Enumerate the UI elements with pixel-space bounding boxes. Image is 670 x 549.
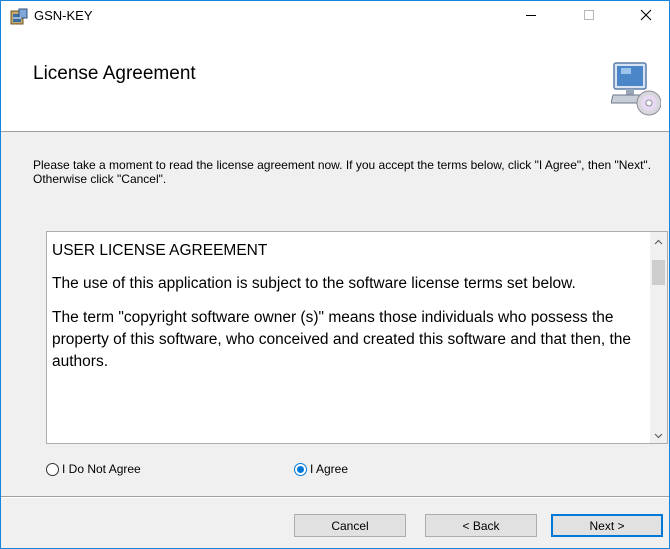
wizard-header: License Agreement [1,33,669,132]
license-paragraph: The term "copyright software owner (s)" … [52,309,632,370]
maximize-icon [583,8,595,26]
license-content: USER LICENSE AGREEMENT The use of this a… [52,240,644,385]
computer-cd-icon [610,61,662,125]
disagree-radio-button[interactable] [46,462,59,476]
license-heading: USER LICENSE AGREEMENT [52,242,268,259]
scrollbar-thumb[interactable] [652,260,665,285]
license-paragraph: The use of this application is subject t… [52,275,576,292]
minimize-button[interactable] [508,1,554,33]
close-button[interactable] [623,1,669,33]
window-title: GSN-KEY [34,8,93,23]
agree-label: I Agree [310,462,349,476]
radio-selected-dot [297,465,304,473]
disagree-label: I Do Not Agree [62,462,141,476]
maximize-button[interactable] [566,1,612,33]
agree-radio-button[interactable] [294,462,307,476]
installer-app-icon [10,8,28,26]
chevron-down-icon [654,426,663,444]
next-button[interactable]: Next > [551,514,663,537]
disagree-radio-option[interactable]: I Do Not Agree [46,462,141,476]
back-button[interactable]: < Back [425,514,537,537]
agree-radio-option[interactable]: I Agree [294,462,348,476]
scroll-up-button[interactable] [650,232,667,249]
page-title: License Agreement [33,63,196,84]
close-icon [640,8,652,26]
footer-divider [1,496,669,498]
instructions-text: Please take a moment to read the license… [33,158,652,186]
minimize-icon [525,8,537,26]
chevron-up-icon [654,232,663,250]
title-bar[interactable]: GSN-KEY [1,1,669,33]
installer-window: GSN-KEY License Agreement Please take a … [0,0,670,549]
cancel-button[interactable]: Cancel [294,514,406,537]
vertical-scrollbar[interactable] [650,232,667,443]
license-text-box[interactable]: USER LICENSE AGREEMENT The use of this a… [46,231,668,444]
scroll-down-button[interactable] [650,426,667,443]
